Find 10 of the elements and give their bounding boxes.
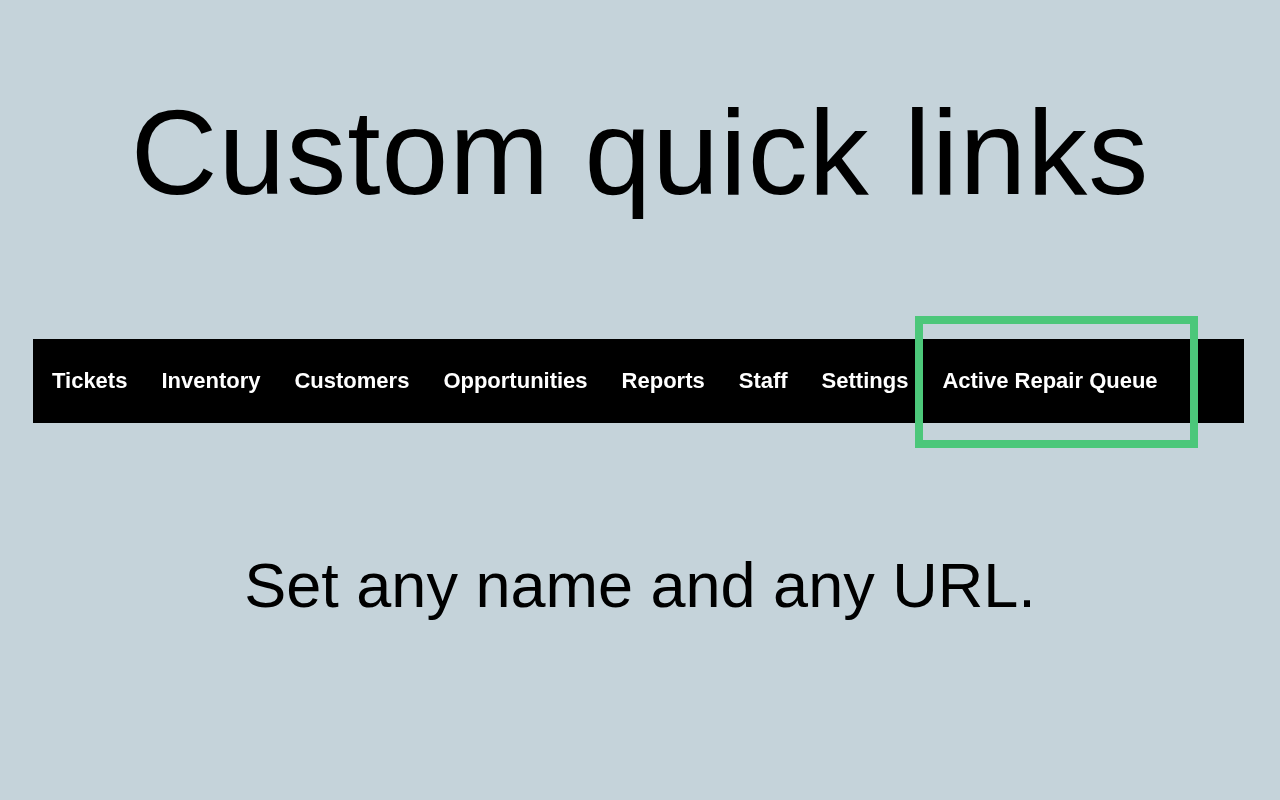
nav-link[interactable]: Inventory bbox=[144, 339, 278, 423]
nav-link[interactable]: Tickets bbox=[35, 339, 145, 423]
nav-link[interactable]: Staff bbox=[721, 339, 805, 423]
nav-link[interactable]: Reports bbox=[604, 339, 722, 423]
subtitle: Set any name and any URL. bbox=[244, 549, 1036, 622]
page-title: Custom quick links bbox=[130, 84, 1150, 221]
nav-link[interactable]: Active Repair Queue bbox=[925, 339, 1175, 423]
nav-link[interactable]: Opportunities bbox=[426, 339, 605, 423]
nav-link[interactable]: Settings bbox=[804, 339, 926, 423]
nav-link[interactable]: Customers bbox=[277, 339, 427, 423]
